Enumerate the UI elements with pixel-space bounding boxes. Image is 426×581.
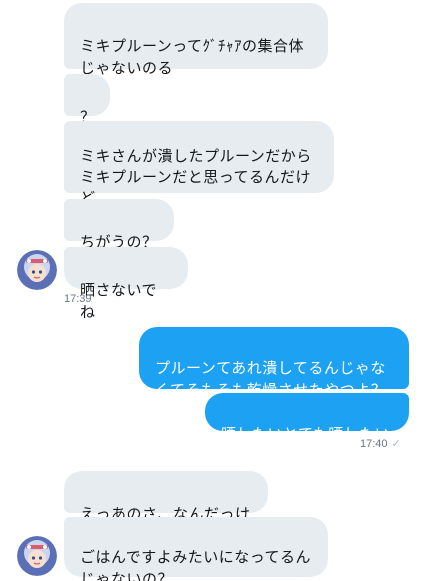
user-avatar-icon[interactable] [17,250,57,290]
user-avatar-icon[interactable] [17,536,57,576]
message-bubble-outgoing[interactable]: プルーンてあれ潰してるんじゃな くてそもそも乾燥させたやつよ？ [139,327,409,399]
message-text: ごはんですよみたいになってるん じゃないの？ [80,548,312,581]
timestamp-text: 17:40 [360,438,388,450]
message-text: ミキさんが潰したプルーンだから ミキプルーンだと思ってるんだけ ど [80,147,312,207]
message-bubble-incoming[interactable]: ちがうの？ [64,199,174,251]
message-bubble-incoming[interactable]: えっあのさ、なんだっけ [64,471,268,523]
read-receipt-icon: ✓ [391,438,401,450]
message-bubble-incoming[interactable]: ミキプルーンってｸﾞﾁｬｱの集合体 じゃないのる [64,3,328,77]
avatar-illustration [17,250,57,290]
message-bubble-outgoing[interactable]: 晒したいとても晒したい [205,393,409,443]
message-bubble-incoming[interactable]: ミキさんが潰したプルーンだから ミキプルーンだと思ってるんだけ ど [64,121,334,207]
message-bubble-incoming[interactable]: ？ [64,74,110,126]
message-text: ミキプルーンってｸﾞﾁｬｱの集合体 じゃないのる [80,37,305,77]
message-text: 晒さないでね [80,281,158,321]
message-timestamp: 17:39 [64,293,92,305]
message-bubble-incoming[interactable]: 晒さないでね [64,247,188,321]
message-bubble-incoming[interactable]: ごはんですよみたいになってるん じゃないの？ [64,517,328,581]
message-timestamp: 17:40 ✓ [360,437,401,450]
avatar-illustration [17,536,57,576]
